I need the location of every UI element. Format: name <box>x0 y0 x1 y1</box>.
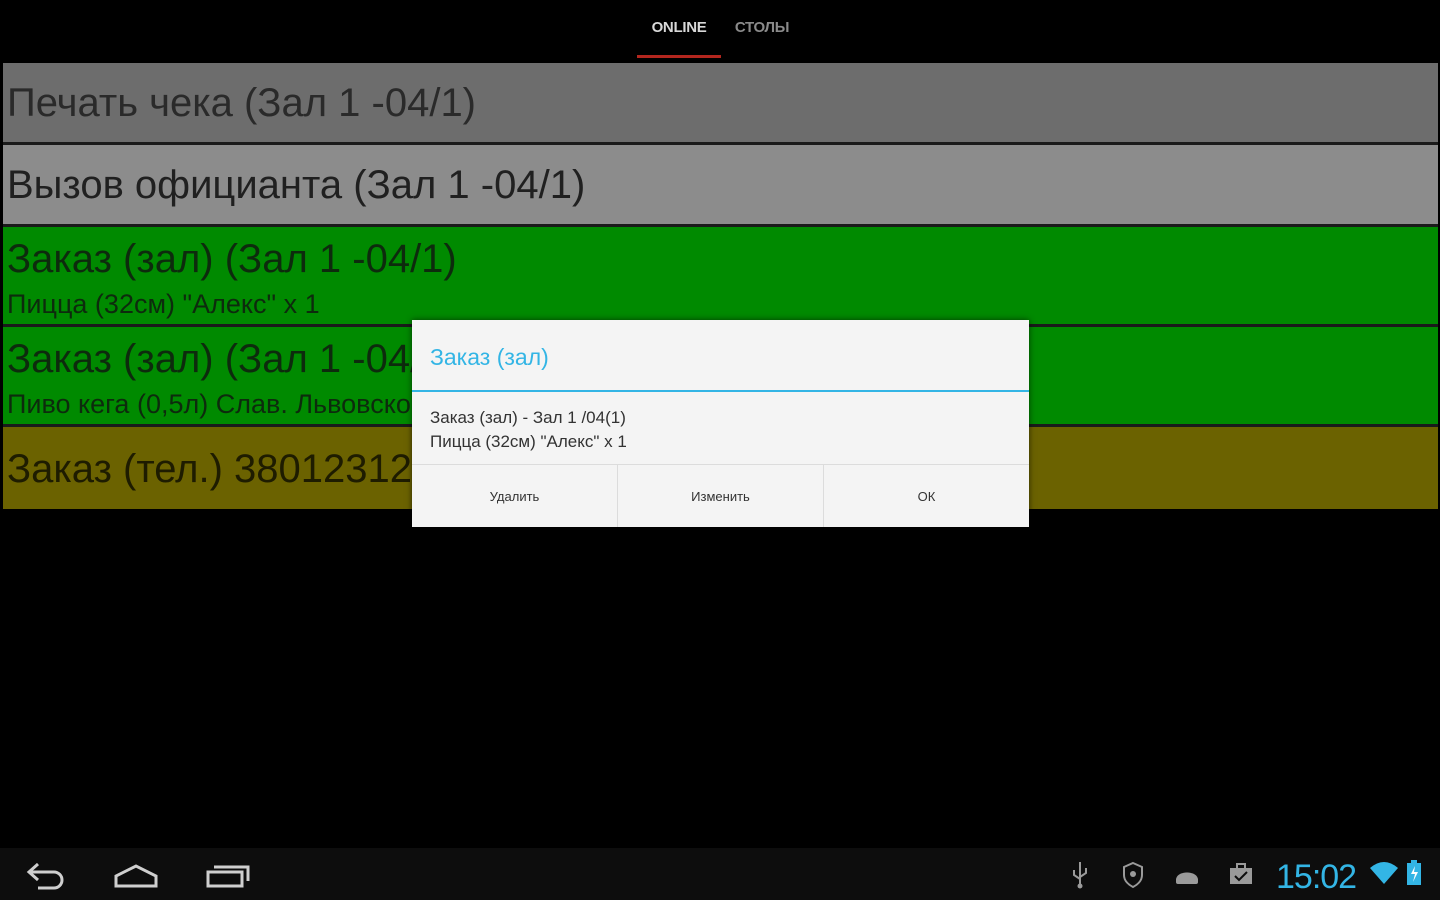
list-item[interactable]: Заказ (зал) (Зал 1 -04/1) Пицца (32см) "… <box>3 227 1438 327</box>
dialog-message-line: Заказ (зал) - Зал 1 /04(1) <box>430 408 626 427</box>
list-item-title: Заказ (тел.) 380123123 <box>7 447 435 491</box>
list-item[interactable]: Печать чека (Зал 1 -04/1) <box>3 63 1438 145</box>
clock: 15:02 <box>1276 858 1357 896</box>
list-item-title: Заказ (зал) (Зал 1 -04/1) <box>7 337 457 381</box>
briefcase-icon <box>1228 858 1254 895</box>
list-item-subtitle: Пиво кега (0,5л) Слав. Львовское <box>7 389 426 419</box>
usb-icon <box>1068 858 1092 895</box>
tab-tables[interactable]: СТОЛЫ <box>722 0 802 55</box>
home-icon[interactable] <box>112 858 160 897</box>
dialog-title: Заказ (зал) <box>430 344 549 370</box>
tab-bar: ONLINE СТОЛЫ <box>0 0 1440 62</box>
order-dialog: Заказ (зал) Заказ (зал) - Зал 1 /04(1) П… <box>412 320 1029 527</box>
dialog-header: Заказ (зал) <box>412 320 1029 392</box>
recent-apps-icon[interactable] <box>204 858 252 897</box>
dialog-message: Заказ (зал) - Зал 1 /04(1) Пицца (32см) … <box>430 406 627 454</box>
android-icon <box>1172 858 1202 895</box>
system-bar: 15:02 <box>0 848 1440 900</box>
battery-icon <box>1405 858 1423 895</box>
dialog-message-line: Пицца (32см) "Алекс" х 1 <box>430 432 627 451</box>
list-item-title: Вызов официанта (Зал 1 -04/1) <box>7 163 586 207</box>
list-item-subtitle: Пицца (32см) "Алекс" х 1 <box>7 289 320 319</box>
list-item-title: Печать чека (Зал 1 -04/1) <box>7 81 477 125</box>
list-item[interactable]: Вызов официанта (Зал 1 -04/1) <box>3 145 1438 227</box>
edit-button[interactable]: Изменить <box>617 465 823 527</box>
dialog-button-row: Удалить Изменить ОК <box>412 464 1029 527</box>
delete-button[interactable]: Удалить <box>412 465 617 527</box>
ok-button[interactable]: ОК <box>823 465 1029 527</box>
list-item-title: Заказ (зал) (Зал 1 -04/1) <box>7 237 457 281</box>
tab-online[interactable]: ONLINE <box>637 0 721 58</box>
shield-icon <box>1121 858 1145 895</box>
wifi-icon <box>1368 858 1400 895</box>
back-icon[interactable] <box>24 858 68 897</box>
